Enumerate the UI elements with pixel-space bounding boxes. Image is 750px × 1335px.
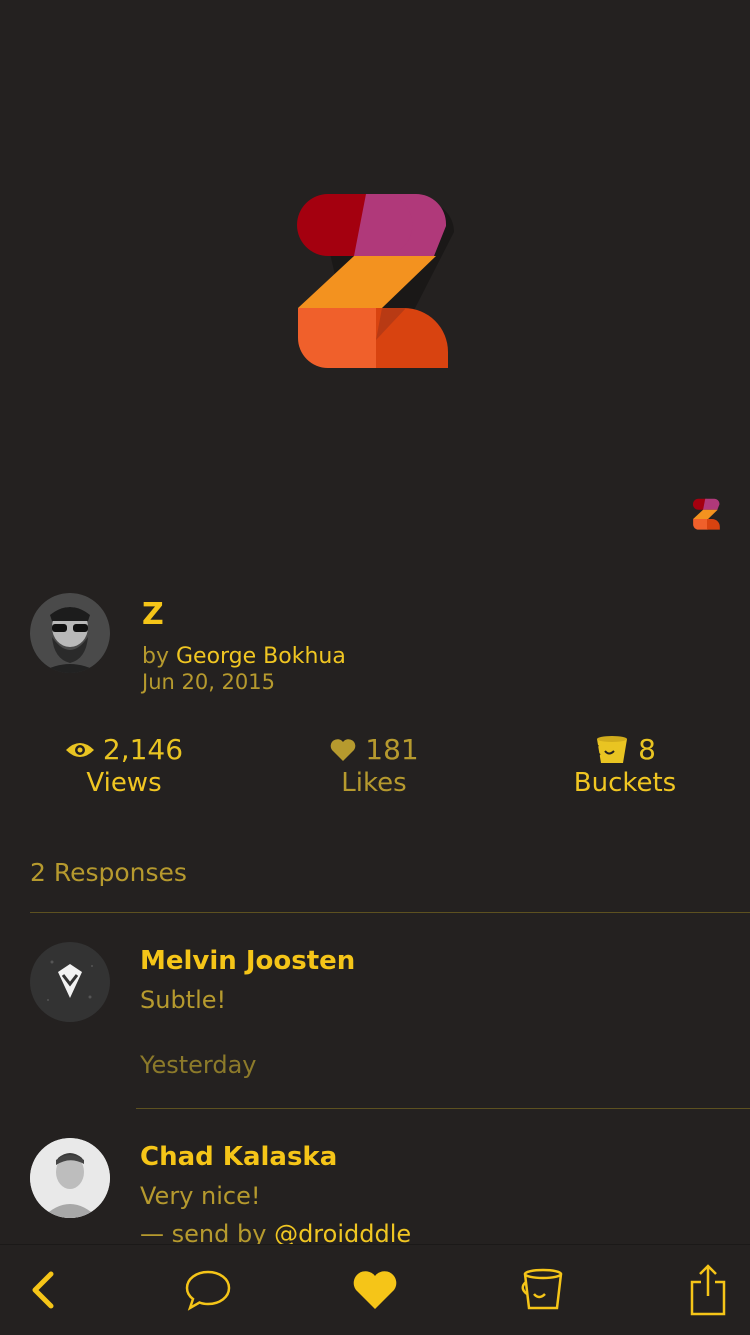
shot-image[interactable] [0,0,750,570]
z-logo-image [297,194,454,368]
back-icon [32,1271,54,1309]
divider [136,1108,750,1109]
comment-text: Very nice! [140,1182,261,1210]
author-name-link[interactable]: George Bokhua [176,644,346,669]
by-prefix: by [142,644,169,669]
views-label: Views [86,768,162,798]
buckets-stat[interactable]: 8 Buckets [525,732,725,798]
comment-icon [185,1270,231,1311]
send-prefix: — send by [140,1220,267,1246]
back-button[interactable] [14,1265,70,1315]
buckets-label: Buckets [573,768,677,798]
likes-count: 181 [365,733,419,766]
views-count: 2,146 [102,733,184,766]
commenter-avatar[interactable] [30,1138,110,1218]
responses-title: 2 Responses [30,858,187,887]
share-icon [690,1264,726,1316]
attachment-thumbnail[interactable] [692,498,722,530]
eye-icon [65,743,94,757]
comment-button[interactable] [180,1265,236,1315]
mention-link[interactable]: @droidddle [274,1220,411,1246]
bucket-button[interactable] [513,1265,569,1315]
commenter-name[interactable]: Melvin Joosten [140,946,355,976]
heart-icon [330,739,356,761]
likes-label: Likes [341,768,407,798]
share-button[interactable] [680,1264,736,1316]
views-stat[interactable]: 2,146 Views [24,732,224,798]
commenter-name[interactable]: Chad Kalaska [140,1142,337,1172]
like-button[interactable] [347,1265,403,1315]
shot-date: Jun 20, 2015 [142,670,276,694]
likes-stat[interactable]: 181 Likes [274,732,474,798]
comment-text: Subtle! [140,986,227,1014]
commenter-avatar[interactable] [30,942,110,1022]
bucket-icon [595,736,628,763]
comment-send-line: — send by @droidddle [140,1220,411,1246]
bottom-toolbar [0,1244,750,1335]
like-icon [353,1271,397,1309]
shot-byline: by George Bokhua [142,644,346,669]
comment-time: Yesterday [140,1051,257,1079]
avatar-logo [30,942,110,1022]
avatar-portrait [30,593,110,673]
buckets-count: 8 [638,733,656,766]
divider [30,912,750,913]
shot-title: Z [142,597,164,632]
author-avatar[interactable] [30,593,110,673]
avatar-portrait [30,1138,110,1218]
bucket-icon [521,1268,563,1310]
